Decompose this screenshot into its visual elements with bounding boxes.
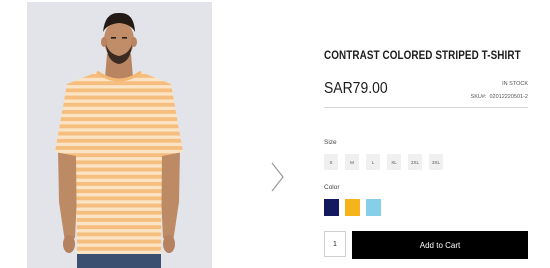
- color-options: [324, 199, 381, 216]
- color-label: Color: [324, 184, 340, 191]
- size-option-m[interactable]: M: [345, 154, 359, 170]
- add-to-cart-button[interactable]: Add to Cart: [352, 231, 528, 259]
- size-option-3xl[interactable]: 3XL: [429, 154, 443, 170]
- divider: [324, 107, 528, 108]
- size-option-2xl[interactable]: 2XL: [408, 154, 422, 170]
- product-page: CONTRAST COLORED STRIPED T-SHIRT SAR79.0…: [0, 0, 550, 268]
- product-title: CONTRAST COLORED STRIPED T-SHIRT: [324, 50, 521, 62]
- quantity-input[interactable]: 1: [324, 231, 346, 257]
- size-option-l[interactable]: L: [366, 154, 380, 170]
- sku-line: SKU#: 02012220501-2: [471, 94, 528, 100]
- color-swatch-yellow[interactable]: [345, 199, 360, 216]
- model-illustration: [27, 2, 212, 268]
- product-image: [27, 2, 212, 268]
- size-option-xl[interactable]: XL: [387, 154, 401, 170]
- size-label: Size: [324, 139, 337, 146]
- stock-status: IN STOCK: [502, 81, 528, 87]
- chevron-right-icon[interactable]: [267, 160, 287, 194]
- sku-label: SKU#:: [470, 94, 487, 100]
- size-option-s[interactable]: S: [324, 154, 338, 170]
- color-swatch-navy[interactable]: [324, 199, 339, 216]
- color-swatch-light-blue[interactable]: [366, 199, 381, 216]
- sku-value: 02012220501-2: [489, 94, 528, 100]
- size-options: S M L XL 2XL 3XL: [324, 154, 443, 170]
- product-price: SAR79.00: [324, 80, 388, 97]
